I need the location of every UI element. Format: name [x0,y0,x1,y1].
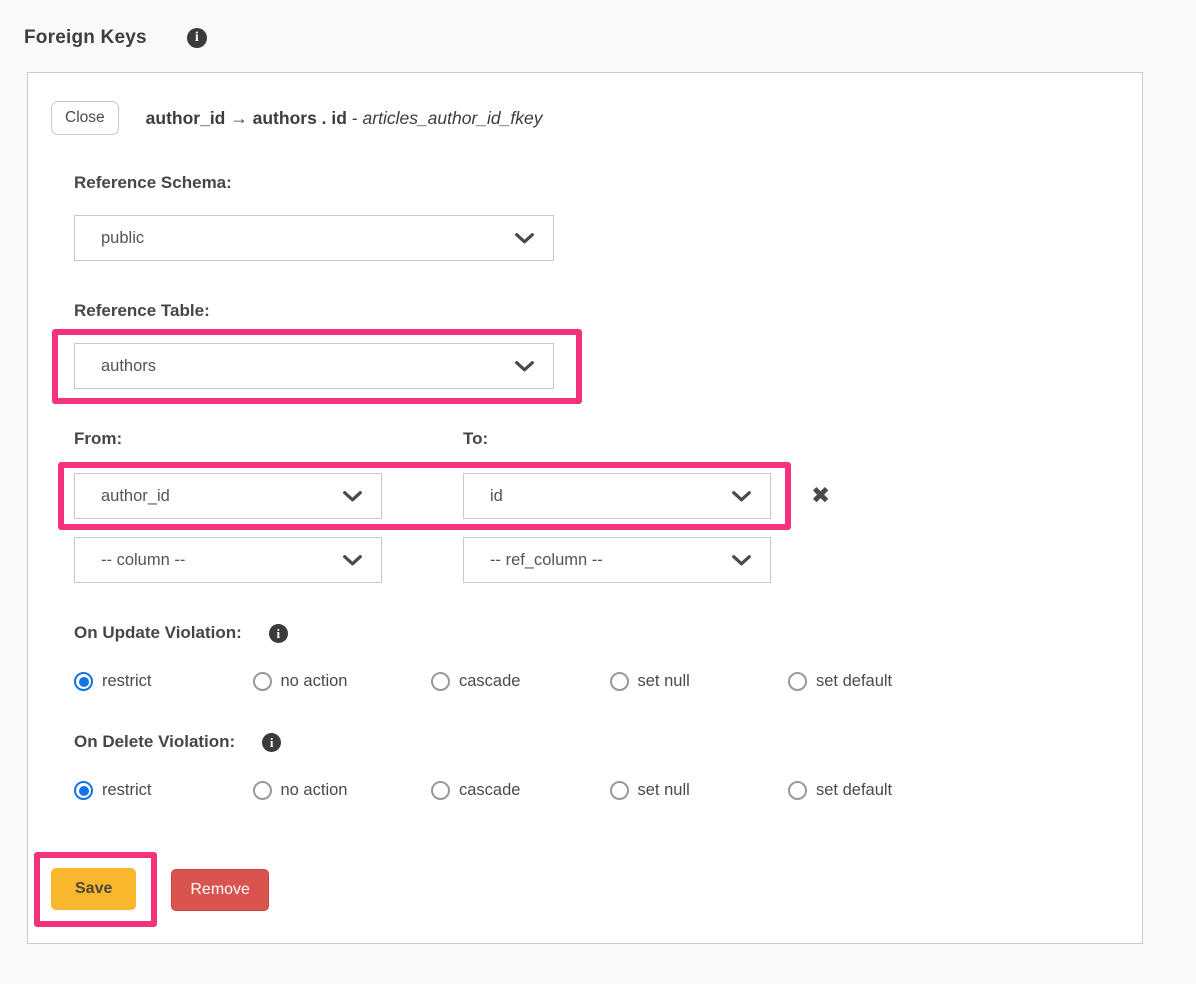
radio-option-cascade[interactable]: cascade [431,781,610,800]
page-header: Foreign Keys i [0,0,1196,72]
fk-from-column: author_id [146,108,226,128]
radio-label: restrict [102,781,152,800]
column-mapping-labels: From: To: [74,429,1118,449]
arrow-right-icon: → [230,108,248,128]
remove-button[interactable]: Remove [171,869,269,911]
reference-table-select[interactable]: authors [74,343,554,389]
remove-mapping-row-icon[interactable]: ✖ [811,485,830,508]
fk-target: authors . id [253,108,347,128]
radio-unselected-icon[interactable] [788,781,807,800]
to-column-select[interactable]: id [463,473,771,519]
chevron-down-icon [343,555,362,566]
on-update-violation-text: On Update Violation: [74,623,242,643]
reference-table-label: Reference Table: [74,301,1118,321]
foreign-key-form: Reference Schema: public Reference Table… [74,173,1118,800]
radio-option-restrict[interactable]: restrict [74,781,253,800]
radio-label: set default [816,672,892,691]
chevron-down-icon [732,491,751,502]
save-button[interactable]: Save [51,868,136,910]
radio-option-restrict[interactable]: restrict [74,672,253,691]
radio-unselected-icon[interactable] [788,672,807,691]
radio-label: no action [281,672,348,691]
editor-actions-row: Save Remove [51,852,1118,927]
radio-option-set-default[interactable]: set default [788,672,967,691]
new-ref-column-placeholder: -- ref_column -- [490,551,732,570]
radio-option-set-default[interactable]: set default [788,781,967,800]
info-icon[interactable]: i [187,28,207,48]
radio-label: set null [638,672,690,691]
radio-label: cascade [459,781,520,800]
column-mapping-row-2: -- column -- -- ref_column -- [74,537,1118,583]
radio-label: set null [638,781,690,800]
radio-option-set-null[interactable]: set null [610,781,789,800]
chevron-down-icon [515,361,534,372]
info-icon[interactable]: i [269,624,288,643]
foreign-keys-page: Foreign Keys i Close author_id → authors… [0,0,1196,944]
page-title: Foreign Keys [24,27,147,49]
foreign-key-editor-panel: Close author_id → authors . id - article… [27,72,1143,944]
on-update-radio-group: restrict no action cascade set null set … [74,672,1118,691]
fk-separator: - [352,108,358,128]
chevron-down-icon [732,555,751,566]
radio-label: cascade [459,672,520,691]
radio-selected-icon[interactable] [74,781,93,800]
to-column-value: id [490,487,732,506]
radio-unselected-icon[interactable] [253,672,272,691]
radio-unselected-icon[interactable] [610,781,629,800]
column-mapping-row-1: author_id id ✖ [74,462,1118,530]
fk-constraint-name: articles_author_id_fkey [363,108,543,128]
from-label: From: [74,429,463,449]
on-delete-violation-text: On Delete Violation: [74,732,235,752]
radio-option-set-null[interactable]: set null [610,672,789,691]
new-column-placeholder: -- column -- [101,551,343,570]
on-delete-radio-group: restrict no action cascade set null set … [74,781,1118,800]
reference-schema-select[interactable]: public [74,215,554,261]
highlight-box-column-mapping: author_id id [58,462,791,530]
new-column-select[interactable]: -- column -- [74,537,382,583]
chevron-down-icon [343,491,362,502]
foreign-key-title: author_id → authors . id - articles_auth… [146,108,543,129]
radio-label: restrict [102,672,152,691]
radio-label: set default [816,781,892,800]
chevron-down-icon [515,233,534,244]
radio-unselected-icon[interactable] [431,672,450,691]
radio-label: no action [281,781,348,800]
info-icon[interactable]: i [262,733,281,752]
radio-option-no-action[interactable]: no action [253,781,432,800]
radio-selected-icon[interactable] [74,672,93,691]
from-column-select[interactable]: author_id [74,473,382,519]
radio-unselected-icon[interactable] [610,672,629,691]
close-button[interactable]: Close [51,101,119,135]
reference-schema-value: public [101,229,515,248]
reference-table-value: authors [101,357,515,376]
on-update-violation-label: On Update Violation: i [74,623,1118,643]
radio-unselected-icon[interactable] [253,781,272,800]
radio-option-cascade[interactable]: cascade [431,672,610,691]
highlight-box-save: Save [34,852,157,927]
reference-table-row: authors [74,329,1118,404]
radio-option-no-action[interactable]: no action [253,672,432,691]
reference-schema-label: Reference Schema: [74,173,1118,193]
on-delete-violation-label: On Delete Violation: i [74,732,1118,752]
editor-title-row: Close author_id → authors . id - article… [51,101,1118,135]
from-column-value: author_id [101,487,343,506]
new-ref-column-select[interactable]: -- ref_column -- [463,537,771,583]
to-label: To: [463,429,488,449]
highlight-box-reference-table: authors [52,329,582,404]
radio-unselected-icon[interactable] [431,781,450,800]
